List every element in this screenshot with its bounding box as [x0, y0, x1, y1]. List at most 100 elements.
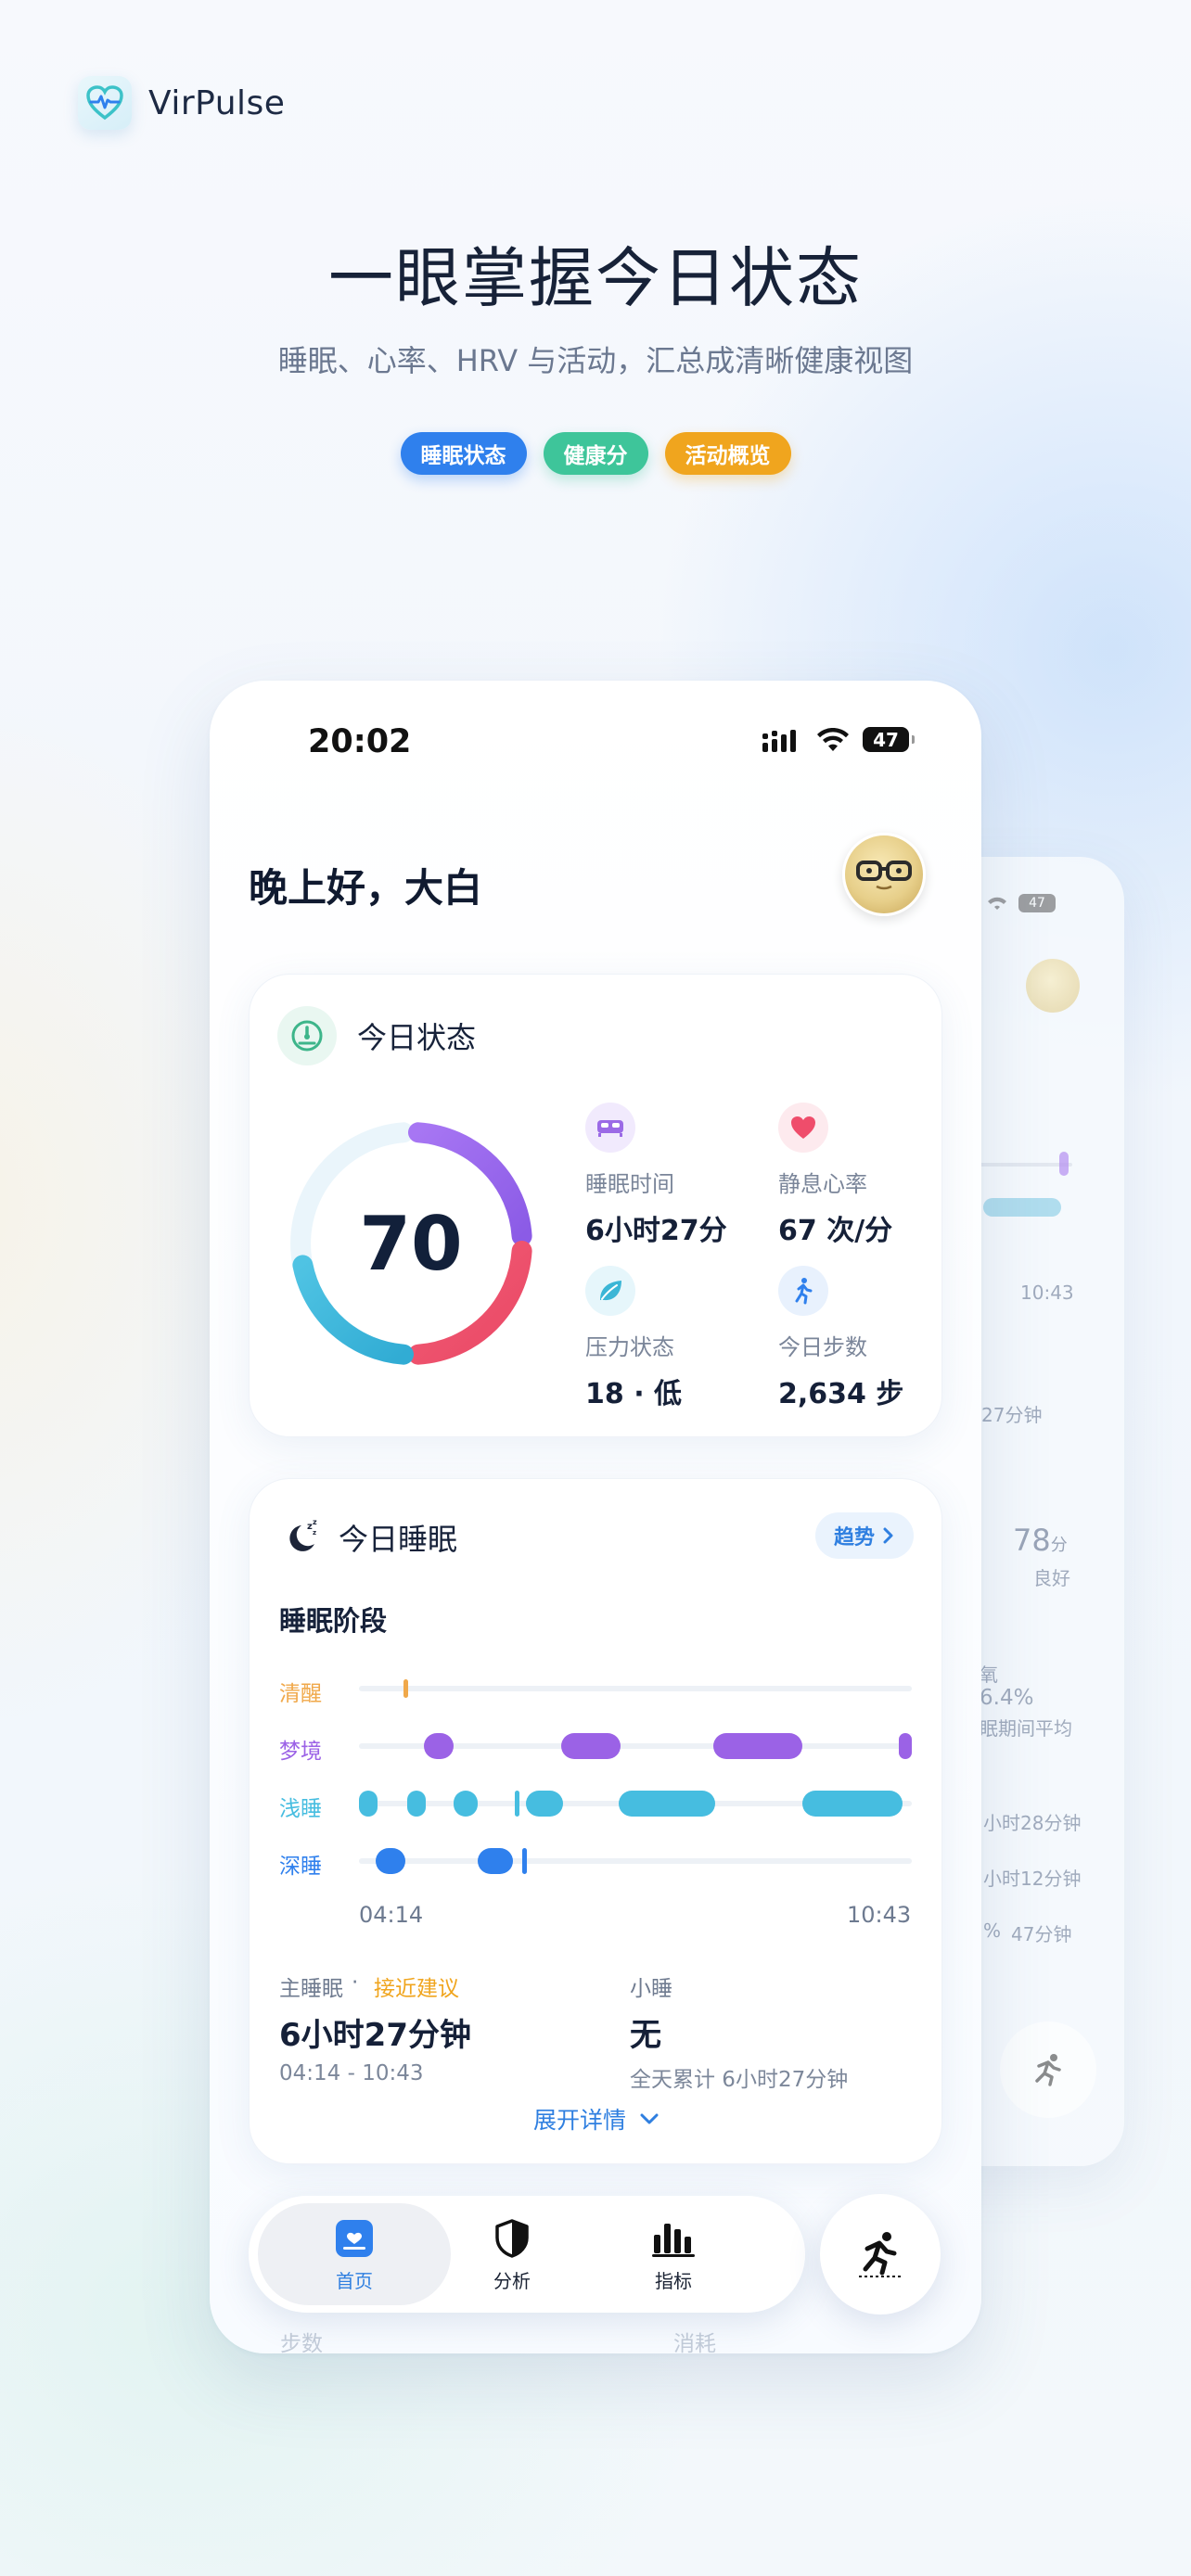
main-sleep-badge: 接近建议	[374, 1977, 459, 2001]
deep-segment	[478, 1848, 513, 1874]
stage-label-rem: 梦境	[279, 1740, 322, 1764]
bp-battery: 47	[1018, 894, 1056, 912]
heart-pulse-logo-icon	[78, 76, 132, 130]
bp-time: 10:43	[1020, 1282, 1074, 1304]
start-workout-button[interactable]	[820, 2194, 941, 2315]
metric-label: 睡眠时间	[585, 1171, 674, 1197]
metric-steps: 今日步数 2,634 步	[778, 1266, 964, 1411]
light-segment	[407, 1791, 426, 1817]
deep-segment	[522, 1848, 527, 1874]
stage-label-awake: 清醒	[279, 1682, 322, 1706]
metric-value: 6小时27分	[585, 1215, 727, 1247]
phone-screen: 20:02 47 晚上好，大白 今日状态 70 睡眠时间 6小时27分 静息心率…	[210, 681, 981, 2353]
rem-segment	[899, 1733, 912, 1759]
metric-value: 67 次/分	[778, 1215, 893, 1247]
nav-metrics-label: 指标	[655, 2270, 692, 2292]
hero-subtitle: 睡眠、心率、HRV 与活动，汇总成清晰健康视图	[277, 343, 914, 378]
bp-avatar	[1026, 959, 1080, 1013]
chevron-down-icon	[640, 2113, 659, 2124]
expand-details-button[interactable]: 展开详情	[250, 2102, 943, 2136]
wifi-icon	[988, 897, 1006, 910]
bp-row-3-val: 47分钟	[1011, 1923, 1072, 1945]
bp-score: 78分	[1013, 1523, 1068, 1558]
metric-label: 今日步数	[778, 1334, 867, 1360]
shield-icon	[495, 2219, 529, 2258]
main-sleep-label: 主睡眠	[279, 1977, 343, 2001]
sleep-end-time: 10:43	[847, 1902, 912, 1928]
bp-oxygen-sub: 眠期间平均	[980, 1717, 1072, 1740]
bp-row-1: 小时28分钟	[983, 1812, 1082, 1834]
bp-running-icon	[1000, 2021, 1096, 2118]
rem-segment	[424, 1733, 454, 1759]
greeting-title: 晚上好，大白	[249, 865, 483, 911]
nap-value: 无	[630, 2017, 661, 2054]
nav-home[interactable]: 首页	[299, 2218, 410, 2293]
today-sleep-title: 今日睡眠	[339, 1522, 458, 1557]
bp-score-desc: 良好	[1033, 1567, 1070, 1589]
nav-home-label: 首页	[336, 2270, 373, 2292]
leaf-icon	[585, 1266, 635, 1316]
signal-icon	[762, 729, 796, 752]
chip-activity-overview: 活动概览	[664, 432, 791, 475]
status-icons: 47	[762, 727, 915, 752]
today-sleep-card[interactable]: z z z 今日睡眠 趋势 睡眠阶段 清醒 梦境 浅睡 深睡 04:14 10:…	[249, 1478, 942, 2164]
dot-separator: ·	[352, 1970, 359, 1995]
expand-details-label: 展开详情	[532, 2107, 626, 2134]
awake-segment	[403, 1679, 408, 1698]
deep-segment	[376, 1848, 405, 1874]
metric-value: 2,634 步	[778, 1378, 904, 1410]
stage-track-awake	[359, 1679, 912, 1698]
rem-segment	[713, 1733, 802, 1759]
running-icon	[859, 2232, 902, 2277]
light-segment	[359, 1791, 378, 1817]
chevron-right-icon	[883, 1527, 893, 1544]
bp-row-3-pct: %	[983, 1919, 1002, 1942]
battery-indicator: 47	[863, 727, 915, 752]
avatar[interactable]	[842, 833, 926, 916]
stage-track-deep	[359, 1848, 912, 1874]
ghost-calories-label: 消耗	[673, 2332, 716, 2353]
metric-resting-heart-rate: 静息心率 67 次/分	[778, 1103, 964, 1248]
trend-button[interactable]: 趋势	[815, 1512, 915, 1559]
nap-label: 小睡	[630, 1977, 672, 2001]
rem-segment	[561, 1733, 621, 1759]
light-segment	[454, 1791, 478, 1817]
stage-label-light: 浅睡	[279, 1797, 322, 1821]
walk-icon	[778, 1266, 828, 1316]
sleep-stages-title: 睡眠阶段	[279, 1605, 388, 1637]
main-sleep-range: 04:14 - 10:43	[279, 2061, 424, 2085]
home-icon	[336, 2220, 373, 2257]
today-status-header: 今日状态	[277, 1006, 476, 1065]
bp-row-2: 小时12分钟	[983, 1868, 1082, 1890]
nav-metrics[interactable]: 指标	[618, 2218, 729, 2293]
metric-label: 静息心率	[778, 1171, 867, 1197]
metric-sleep-time: 睡眠时间 6小时27分	[585, 1103, 771, 1248]
chip-sleep-status: 睡眠状态	[400, 432, 527, 475]
nap-total: 全天累计 6小时27分钟	[630, 2068, 849, 2092]
light-segment	[515, 1791, 519, 1817]
heart-icon	[778, 1103, 828, 1153]
brand-name: VirPulse	[148, 83, 286, 122]
bp-oxygen-value: 6.4%	[980, 1686, 1034, 1710]
svg-text:z: z	[313, 1529, 316, 1537]
today-status-card[interactable]: 今日状态 70 睡眠时间 6小时27分 静息心率 67 次/分 压力状态 18 …	[249, 974, 942, 1437]
svg-text:z: z	[313, 1518, 317, 1526]
bp-duration: 27分钟	[981, 1404, 1043, 1426]
stage-track-rem	[359, 1733, 912, 1759]
light-segment	[619, 1791, 715, 1817]
metric-label: 压力状态	[585, 1334, 674, 1360]
feature-chips: 睡眠状态 健康分 活动概览	[0, 432, 1191, 475]
sleep-start-time: 04:14	[359, 1902, 424, 1928]
bottom-nav: 首页 分析 指标	[249, 2196, 805, 2313]
metric-value: 18 · 低	[585, 1378, 683, 1410]
nav-analysis[interactable]: 分析	[456, 2218, 568, 2293]
bp-oxygen-label: 氧	[980, 1664, 998, 1686]
today-sleep-header: z z z 今日睡眠	[283, 1516, 457, 1559]
ghost-steps-label: 步数	[280, 2332, 323, 2353]
wifi-icon	[817, 727, 849, 751]
health-score-value: 70	[359, 1200, 463, 1287]
nav-analysis-label: 分析	[493, 2270, 531, 2292]
light-segment	[526, 1791, 563, 1817]
today-status-title: 今日状态	[357, 1020, 477, 1055]
glasses-face-icon	[856, 861, 912, 890]
